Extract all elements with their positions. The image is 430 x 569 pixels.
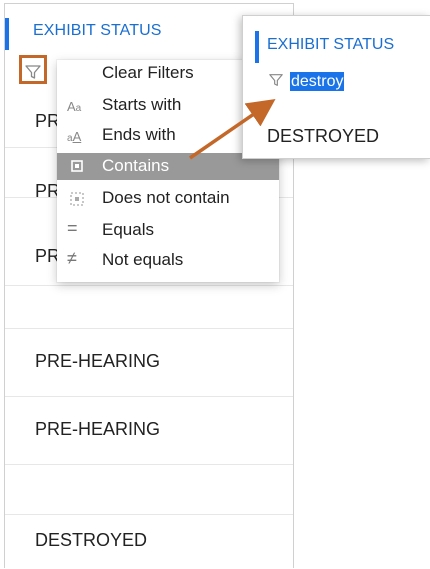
does-not-contain-icon: [70, 192, 84, 206]
menu-item-label: Ends with: [102, 125, 176, 144]
cell-exhibit-status: PRE-HEARING: [35, 419, 161, 439]
menu-item-label: Equals: [102, 220, 154, 239]
table-row[interactable]: [5, 464, 293, 515]
menu-item-label: Starts with: [102, 95, 182, 114]
table-row[interactable]: DESTROYED: [5, 514, 293, 569]
filter-icon-highlight: [19, 55, 47, 84]
filter-icon[interactable]: [268, 72, 284, 88]
table-row[interactable]: PRE-HEARING: [5, 328, 293, 397]
table-row[interactable]: [5, 285, 293, 329]
table-row[interactable]: PRE-HEARING: [5, 396, 293, 465]
not-equals-icon: ≠: [67, 248, 77, 268]
popup-column-header: EXHIBIT STATUS: [267, 36, 395, 53]
menu-item-not-equals[interactable]: ≠ Not equals: [57, 247, 279, 274]
cell-exhibit-status: DESTROYED: [35, 530, 148, 550]
menu-item-equals[interactable]: = Equals: [57, 217, 279, 244]
menu-item-label: Not equals: [102, 250, 184, 269]
menu-item-label: Clear Filters: [102, 63, 194, 82]
menu-item-does-not-contain[interactable]: Does not contain: [57, 185, 279, 212]
cell-exhibit-status: PRE-HEARING: [35, 351, 161, 371]
menu-item-label: Contains: [102, 156, 170, 175]
filter-input[interactable]: destroy: [290, 72, 345, 91]
filtered-cell-value: DESTROYED: [267, 126, 380, 146]
contains-icon: [71, 160, 83, 172]
filter-result-callout: EXHIBIT STATUS destroy DESTROYED: [242, 15, 430, 159]
column-header-label: EXHIBIT STATUS: [33, 22, 162, 39]
ends-with-icon: aA: [67, 129, 82, 144]
popup-accent-bar: [255, 31, 259, 63]
equals-icon: =: [67, 218, 78, 238]
menu-item-label: Does not contain: [102, 188, 230, 207]
starts-with-icon: Aa: [67, 99, 82, 114]
